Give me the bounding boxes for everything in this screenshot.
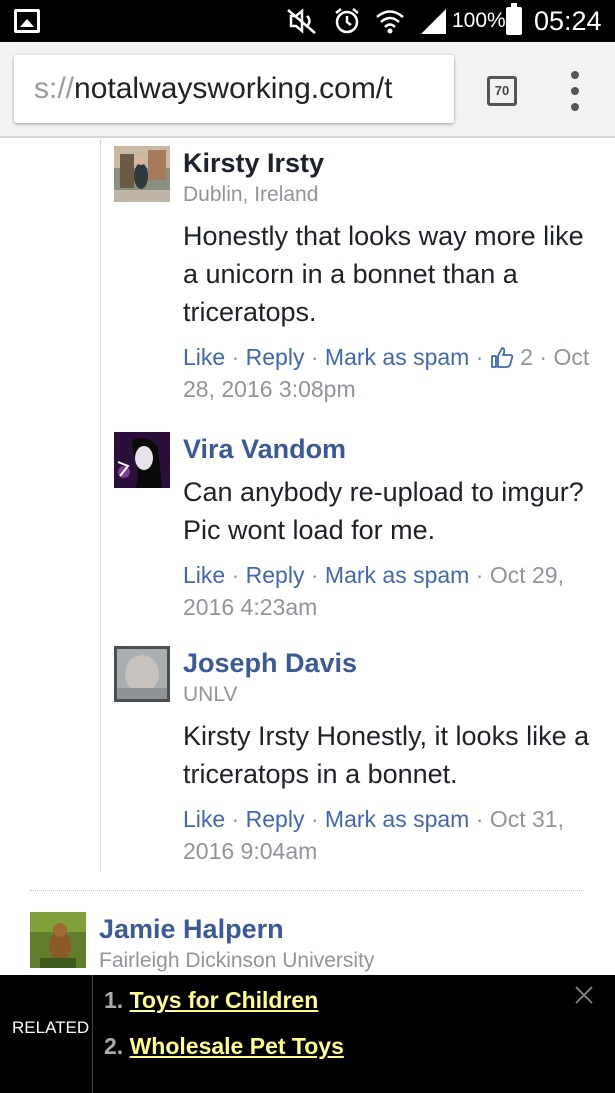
related-item-link[interactable]: Wholesale Pet Toys [130, 1033, 344, 1059]
like-link[interactable]: Like [183, 562, 225, 588]
comment-author[interactable]: Joseph Davis [183, 646, 593, 680]
meta-separator: · [231, 344, 240, 370]
comment-body: Vira Vandom Can anybody re-upload to img… [183, 432, 593, 623]
comment-meta: Like · Reply · Mark as spam · 2 · Oct 28… [183, 341, 593, 405]
browser-toolbar: s://notalwaysworking.com/t 70 [0, 42, 615, 138]
related-label: RELATED [12, 1018, 90, 1037]
meta-separator: · [231, 562, 240, 588]
related-item-number: 1. [104, 987, 124, 1013]
comment-text: Kirsty Irsty Honestly, it looks like a t… [183, 721, 590, 789]
tab-switcher-button[interactable]: 70 [487, 76, 517, 106]
related-divider [92, 975, 93, 1093]
thread-line [100, 140, 101, 872]
like-count: 2 [520, 344, 533, 370]
related-item[interactable]: 2. Wholesale Pet Toys [104, 1031, 344, 1061]
alarm-icon [335, 8, 359, 34]
battery-icon [506, 3, 522, 35]
clock: 05:24 [534, 6, 602, 36]
avatar[interactable] [30, 912, 86, 968]
mark-as-spam-link[interactable]: Mark as spam [325, 806, 469, 832]
related-links-bar: RELATED 1. Toys for Children 2. Wholesal… [0, 975, 615, 1093]
comment-body: Jamie Halpern Fairleigh Dickinson Univer… [99, 912, 509, 975]
comment-meta: Like · Reply · Mark as spam · Oct 31, 20… [183, 803, 593, 867]
avatar[interactable] [114, 146, 170, 202]
related-item-number: 2. [104, 1033, 124, 1059]
meta-separator: · [475, 806, 484, 832]
comment-author[interactable]: Jamie Halpern [99, 912, 509, 946]
url-text[interactable]: s://notalwaysworking.com/t [34, 71, 392, 107]
meta-separator: · [475, 344, 484, 370]
reply-link[interactable]: Reply [246, 562, 305, 588]
related-item[interactable]: 1. Toys for Children [104, 985, 318, 1015]
gallery-notification-icon [14, 9, 40, 33]
reply-link[interactable]: Reply [246, 806, 305, 832]
comment-text: Can anybody re-upload to imgur? Pic wont… [183, 477, 584, 545]
related-item-link[interactable]: Toys for Children [130, 987, 319, 1013]
meta-separator: · [310, 562, 319, 588]
comments-section: Kirsty Irsty Dublin, Ireland Honestly th… [0, 140, 615, 975]
comment-meta: Like · Reply · Mark as spam · Oct 29, 20… [183, 559, 593, 623]
meta-separator: · [310, 344, 319, 370]
meta-separator: · [310, 806, 319, 832]
meta-separator: · [475, 562, 484, 588]
comment-affiliation: Dublin, Ireland [183, 183, 319, 206]
comment-text: Honestly that looks way more like a unic… [183, 221, 584, 327]
like-link[interactable]: Like [183, 806, 225, 832]
comment-body: Joseph Davis UNLV Kirsty Irsty Honestly,… [183, 646, 593, 867]
comment-affiliation: UNLV [183, 683, 238, 706]
address-bar[interactable]: s://notalwaysworking.com/t [14, 55, 454, 123]
mark-as-spam-link[interactable]: Mark as spam [325, 344, 469, 370]
comment-author[interactable]: Vira Vandom [183, 432, 593, 466]
comment-author: Kirsty Irsty [183, 148, 325, 178]
wifi-icon [376, 10, 404, 34]
signal-icon [421, 9, 446, 34]
comment-affiliation: Fairleigh Dickinson University [99, 949, 375, 972]
mute-icon [287, 8, 316, 34]
url-host-path: notalwaysworking.com/t [74, 72, 393, 105]
status-bar: 100% 05:24 [0, 0, 615, 42]
meta-separator: · [231, 806, 240, 832]
comment-divider [30, 890, 584, 891]
like-link[interactable]: Like [183, 344, 225, 370]
battery-percent: 100% [452, 9, 506, 32]
mark-as-spam-link[interactable]: Mark as spam [325, 562, 469, 588]
comment-body: Kirsty Irsty Dublin, Ireland Honestly th… [183, 146, 593, 405]
url-scheme: s:// [34, 72, 75, 105]
status-icons [285, 6, 447, 36]
more-vert-icon[interactable] [565, 71, 585, 111]
close-icon[interactable] [574, 985, 594, 1005]
avatar[interactable] [114, 646, 170, 702]
avatar[interactable] [114, 432, 170, 488]
reply-link[interactable]: Reply [246, 344, 305, 370]
meta-separator: · [539, 344, 548, 370]
thumbs-up-icon [490, 347, 514, 368]
